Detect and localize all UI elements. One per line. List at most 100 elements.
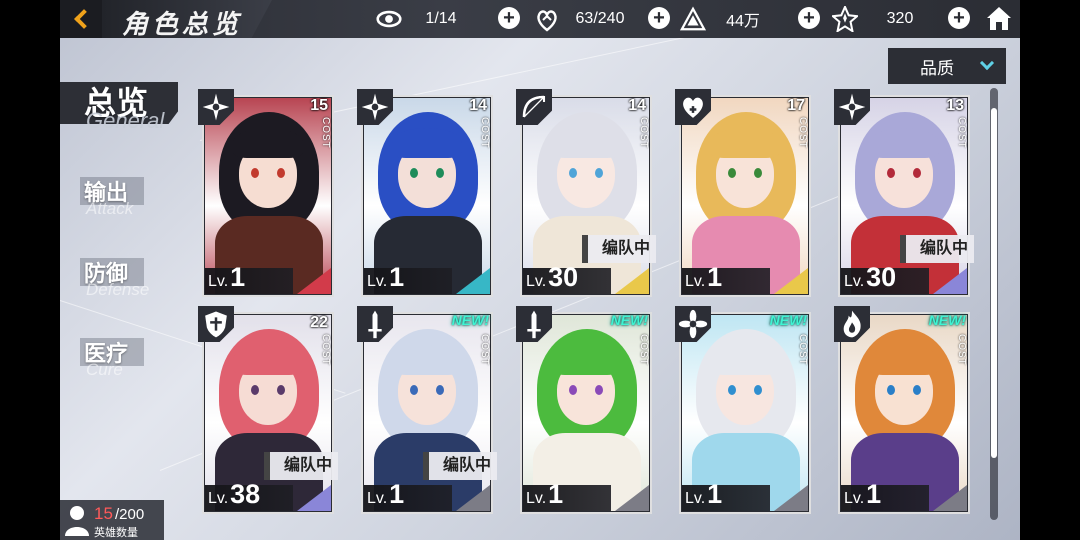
level-display: Lv.1 [367, 262, 404, 293]
tab-general[interactable]: 总览 General [60, 78, 178, 133]
hero-card[interactable]: Lv.1 17 COST [675, 89, 811, 297]
sword-icon [368, 310, 382, 339]
hero-count-max: /200 [115, 506, 145, 523]
cost-label: COST [956, 117, 967, 149]
hero-eye [569, 385, 577, 395]
hero-eye [277, 168, 285, 178]
game-screen: 角色总览 1/14 + 63/240 + 44万 + 320 + 总览 Gene… [0, 0, 1080, 540]
cost-value: 14 [469, 97, 487, 114]
level-prefix: Lv. [844, 273, 865, 290]
level-prefix: Lv. [685, 490, 706, 507]
level-prefix: Lv. [208, 490, 229, 507]
level-value: 1 [707, 479, 723, 509]
hero-count-label: 英雄数量 [94, 527, 138, 539]
cost-value: 13 [946, 97, 964, 114]
hero-count-current: 15 [94, 504, 113, 523]
tab-attack[interactable]: 输出 Attack [80, 175, 144, 218]
level-display: Lv.1 [844, 479, 881, 510]
hero-silhouette-icon [65, 506, 89, 536]
sort-dropdown[interactable]: 品质 [888, 48, 1006, 84]
hero-bangs [710, 345, 780, 375]
hero-eye [887, 385, 895, 395]
hero-card[interactable]: Lv.1 COST NEW! [516, 306, 652, 514]
hero-card[interactable]: Lv.30 14 COST 编队中 [516, 89, 656, 297]
level-display: Lv.1 [685, 479, 722, 510]
new-badge: NEW! [928, 312, 966, 328]
cost-label: COST [797, 334, 808, 366]
tab-cure-sublabel: Cure [86, 360, 123, 379]
cost-value: 17 [787, 97, 805, 114]
level-prefix: Lv. [367, 490, 388, 507]
vision-value: 1/14 [425, 10, 457, 27]
level-display: Lv.30 [844, 262, 896, 293]
hero-bangs [233, 345, 303, 375]
cost-label: COST [320, 334, 331, 366]
vision-resource: 1/14 [376, 5, 480, 33]
hero-card[interactable]: Lv.1 COST NEW! [675, 306, 811, 514]
tab-defense[interactable]: 防御 Defense [80, 256, 149, 299]
flame-icon [843, 310, 861, 338]
level-value: 30 [548, 262, 579, 292]
stamina-icon [537, 10, 557, 32]
gold-resource: 44万 [680, 5, 780, 33]
hero-eye [595, 385, 603, 395]
in-team-badge: 编队中 [422, 452, 497, 480]
cost-label: COST [479, 334, 490, 366]
sword-icon [527, 310, 541, 339]
top-bar: 角色总览 1/14 + 63/240 + 44万 + 320 + [60, 0, 1020, 40]
tab-defense-sublabel: Defense [86, 280, 150, 299]
hero-card[interactable]: Lv.1 COST 编队中 NEW! [357, 306, 497, 514]
hero-eye [754, 385, 762, 395]
shuriken-icon [202, 93, 230, 121]
home-icon[interactable] [984, 3, 1014, 33]
scrollbar[interactable] [990, 88, 998, 520]
hero-bangs [233, 128, 303, 158]
hero-bangs [869, 345, 939, 375]
stamina-value: 63/240 [575, 10, 625, 27]
hero-bangs [392, 345, 462, 375]
in-team-badge: 编队中 [581, 235, 656, 263]
flower-icon [678, 309, 708, 339]
gold-value: 44万 [726, 13, 760, 30]
level-value: 1 [866, 479, 882, 509]
back-button[interactable] [60, 0, 102, 38]
chevron-down-icon [979, 55, 995, 71]
hero-card[interactable]: Lv.1 15 COST [198, 89, 334, 297]
shuriken-icon [838, 93, 866, 121]
level-value: 38 [230, 479, 261, 509]
level-prefix: Lv. [526, 490, 547, 507]
level-display: Lv.38 [208, 479, 260, 510]
level-prefix: Lv. [844, 490, 865, 507]
add-stamina-button[interactable]: + [648, 7, 670, 29]
tab-cure[interactable]: 医疗 Cure [80, 336, 144, 379]
scrollbar-thumb[interactable] [991, 108, 997, 458]
hero-eye [595, 168, 603, 178]
add-vision-button[interactable]: + [498, 7, 520, 29]
add-crystal-button[interactable]: + [948, 7, 970, 29]
hero-bangs [551, 345, 621, 375]
hero-card[interactable]: Lv.1 14 COST [357, 89, 493, 297]
hero-eye [410, 168, 418, 178]
letterbox-right [1020, 0, 1080, 540]
level-display: Lv.1 [367, 479, 404, 510]
hero-card[interactable]: Lv.38 22 COST 编队中 [198, 306, 338, 514]
cost-label: COST [638, 334, 649, 366]
level-display: Lv.1 [685, 262, 722, 293]
hero-eye [277, 385, 285, 395]
level-value: 30 [866, 262, 897, 292]
level-prefix: Lv. [685, 273, 706, 290]
hero-eye [913, 385, 921, 395]
letterbox-left [0, 0, 60, 540]
hero-card[interactable]: Lv.30 13 COST 编队中 [834, 89, 974, 297]
hero-card[interactable]: Lv.1 COST NEW! [834, 306, 970, 514]
hero-eye [754, 168, 762, 178]
in-team-badge: 编队中 [899, 235, 974, 263]
cost-label: COST [638, 117, 649, 149]
add-gold-button[interactable]: + [798, 7, 820, 29]
hero-eye [251, 168, 259, 178]
cost-label: COST [797, 117, 808, 149]
crystal-resource: 320 [832, 5, 942, 33]
hero-eye [436, 385, 444, 395]
cost-value: 14 [628, 97, 646, 114]
shield-icon [205, 311, 227, 338]
